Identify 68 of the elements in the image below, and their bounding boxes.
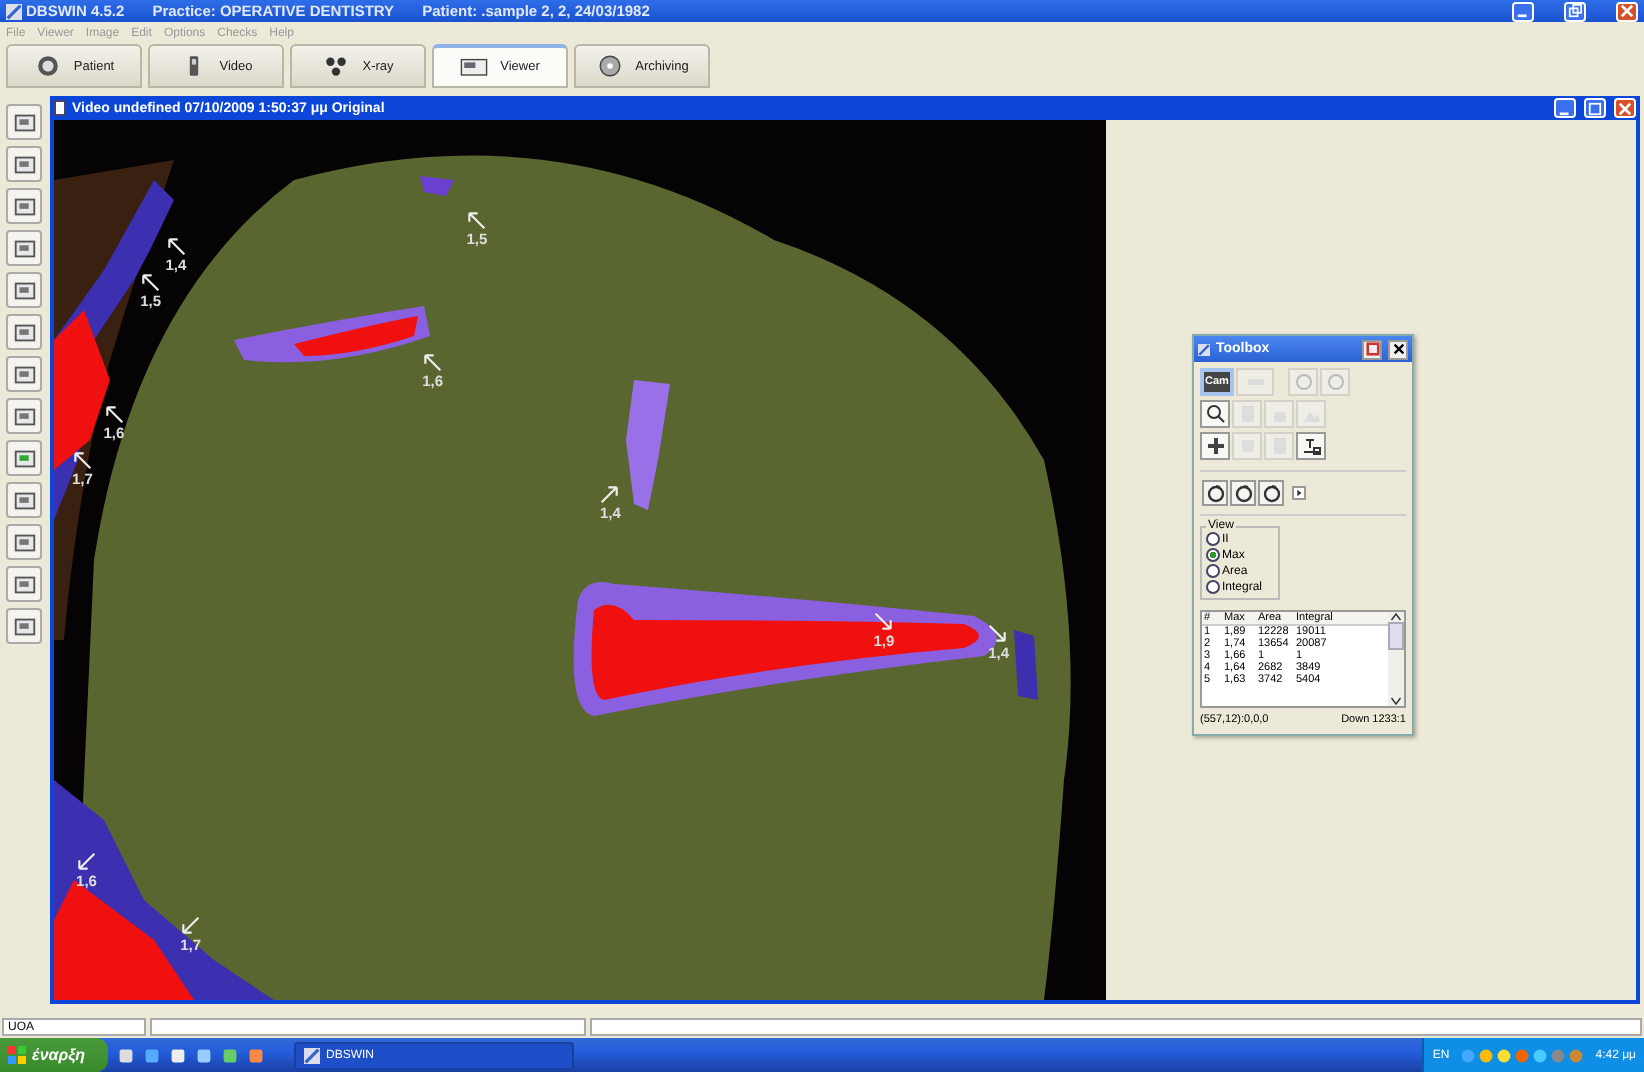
close-icon [1620, 4, 1634, 18]
arrow-icon [76, 852, 97, 873]
radio-button[interactable] [1206, 532, 1220, 546]
toolbar-button[interactable] [6, 524, 42, 560]
toolbar-button[interactable] [6, 482, 42, 518]
radio-button[interactable] [1206, 548, 1220, 562]
rotate-button[interactable] [1202, 480, 1228, 506]
arrow-icon [422, 352, 443, 373]
arrow-icon [71, 450, 92, 470]
arrow-icon [165, 236, 186, 257]
toolbar-button[interactable] [6, 146, 42, 182]
arrow-icon [599, 484, 620, 505]
minimize-button[interactable] [1512, 1, 1534, 21]
toolbar-button[interactable] [6, 104, 42, 140]
maximize-icon [1588, 101, 1602, 115]
blank-icon [1237, 436, 1257, 456]
radio-button[interactable] [1206, 564, 1220, 578]
windows-logo-icon [8, 1046, 26, 1064]
text-tool-icon [1301, 436, 1321, 456]
rotate-button[interactable] [1230, 480, 1256, 506]
rotate-icon [1293, 372, 1313, 392]
app-icon [6, 3, 22, 19]
arrow-icon [140, 272, 161, 293]
tool-button[interactable] [1200, 432, 1230, 460]
close-icon [1618, 101, 1632, 115]
arrow-icon [466, 209, 487, 230]
dock-button[interactable] [1362, 339, 1382, 359]
rectangle-icon [11, 193, 37, 219]
toolbar-button[interactable] [6, 440, 42, 476]
monitor-icon [460, 55, 489, 79]
close-icon [1391, 342, 1405, 356]
arrow-icon [103, 404, 124, 425]
toolbar-button[interactable] [6, 314, 42, 350]
toolbar-button[interactable] [6, 566, 42, 602]
app-icon [304, 1047, 320, 1063]
scroll-up-icon [1390, 612, 1402, 622]
dock-icon [1365, 342, 1379, 356]
rotate-icon [1261, 483, 1281, 503]
toolbar-button[interactable] [6, 188, 42, 224]
toolbar-button[interactable] [6, 356, 42, 392]
tool-button[interactable] [1200, 400, 1230, 428]
toolbar-button[interactable] [6, 608, 42, 644]
arrow-icon [180, 916, 201, 937]
minimize-button[interactable] [1554, 98, 1576, 118]
tool-button[interactable] [1296, 432, 1326, 460]
rotate-icon [1205, 483, 1225, 503]
move-icon [1205, 436, 1225, 456]
toolbar-button[interactable] [6, 230, 42, 266]
scrollbar[interactable] [1388, 612, 1404, 706]
maximize-button[interactable] [1584, 98, 1606, 118]
caret-icon [1294, 488, 1304, 498]
restore-icon [1568, 4, 1582, 18]
close-button[interactable] [1388, 339, 1408, 359]
app-icon [1198, 341, 1210, 357]
zoom-icon [1205, 404, 1225, 424]
radio-button[interactable] [1206, 580, 1220, 594]
rotate-icon [1233, 483, 1253, 503]
toolbar-button[interactable] [6, 398, 42, 434]
expand-button[interactable] [1292, 486, 1306, 500]
arrow-icon [988, 624, 1009, 645]
restore-button[interactable] [1564, 1, 1586, 21]
document-icon [54, 100, 66, 116]
arrow-icon [873, 612, 894, 633]
toolbar-button[interactable] [6, 272, 42, 308]
scroll-down-icon [1390, 696, 1402, 706]
start-button[interactable]: έναρξη [0, 1038, 108, 1072]
rotate-button[interactable] [1258, 480, 1284, 506]
monitor-icon [11, 361, 37, 387]
